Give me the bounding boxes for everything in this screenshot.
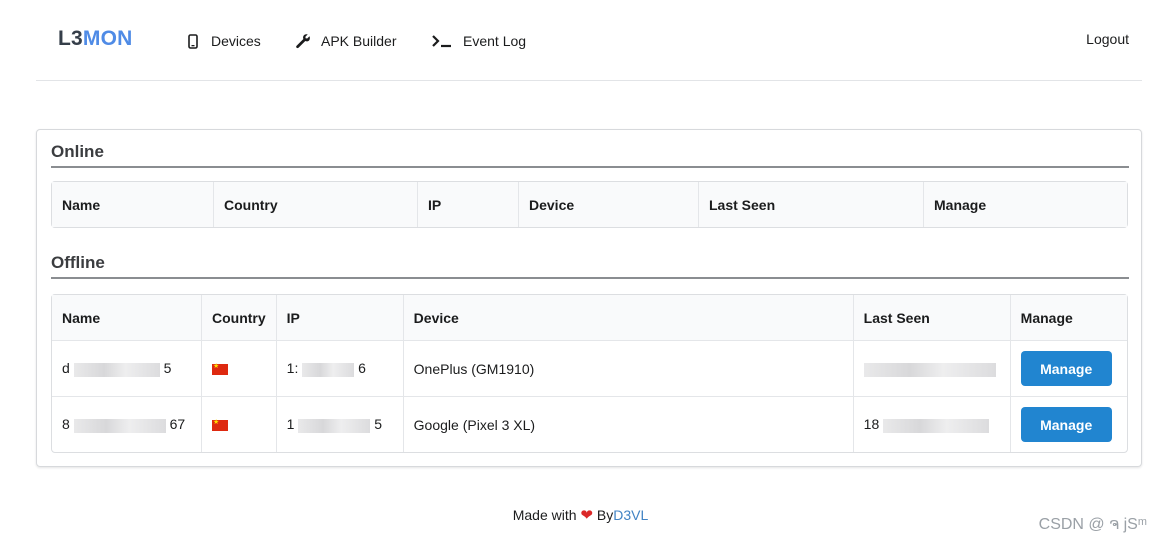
col-country: Country xyxy=(213,182,417,227)
col-device: Device xyxy=(402,295,853,340)
col-name: Name xyxy=(52,182,213,227)
footer-made-with: Made with xyxy=(512,507,577,523)
ip-start: 1: xyxy=(286,360,299,377)
col-last-seen: Last Seen xyxy=(698,182,923,227)
nav-apk-builder-label: APK Builder xyxy=(321,33,397,49)
manage-button[interactable]: Manage xyxy=(1020,407,1112,442)
footer-by: By xyxy=(596,507,614,523)
ip-end: 5 xyxy=(374,416,383,433)
last-seen-start: 18 xyxy=(863,416,880,433)
name-end: 67 xyxy=(169,416,186,433)
redaction-mask xyxy=(73,418,166,433)
app-logo[interactable]: L3MON xyxy=(58,27,133,51)
col-country: Country xyxy=(201,295,276,340)
col-ip: IP xyxy=(417,182,518,227)
heart-icon: ❤ xyxy=(580,507,593,524)
devices-panel: Online Name Country IP Device Last Seen … xyxy=(36,129,1142,467)
col-manage: Manage xyxy=(923,182,1127,227)
redaction-mask xyxy=(73,362,160,377)
col-manage: Manage xyxy=(1009,295,1127,340)
cell-name: 8 67 xyxy=(52,396,201,452)
nav-apk-builder[interactable]: APK Builder xyxy=(295,31,396,51)
terminal-icon xyxy=(431,32,453,50)
table-header-row: Name Country IP Device Last Seen Manage xyxy=(52,182,1127,227)
col-device: Device xyxy=(518,182,698,227)
nav-event-log[interactable]: Event Log xyxy=(431,31,526,51)
col-last-seen: Last Seen xyxy=(852,295,1010,340)
cell-ip: 1: 6 xyxy=(275,340,403,396)
nav-event-log-label: Event Log xyxy=(463,33,527,49)
wrench-icon xyxy=(295,32,311,50)
table-row: d 5 1: 6 OnePlus (GM1910) Manage xyxy=(52,340,1127,396)
redaction-mask xyxy=(298,418,371,433)
cell-device: Google (Pixel 3 XL) xyxy=(402,396,853,452)
redaction-mask xyxy=(883,418,990,433)
footer: Made with ❤ ByD3VL xyxy=(0,506,1161,524)
online-header: Online xyxy=(51,142,1129,168)
logo-prefix: L3 xyxy=(58,27,83,50)
manage-button[interactable]: Manage xyxy=(1020,351,1112,386)
china-flag-icon xyxy=(212,361,228,376)
logo-suffix: MON xyxy=(82,27,133,50)
col-name: Name xyxy=(52,295,201,340)
logout-link[interactable]: Logout xyxy=(1086,31,1129,47)
offline-header: Offline xyxy=(51,253,1129,279)
top-menu: L3MON Devices APK Builder Event Log Logo… xyxy=(36,0,1142,81)
cell-name: d 5 xyxy=(52,340,201,396)
cell-manage: Manage xyxy=(1009,396,1127,452)
cell-country xyxy=(201,396,276,452)
cell-last-seen: 18 xyxy=(852,396,1010,452)
col-ip: IP xyxy=(275,295,403,340)
redaction-mask xyxy=(863,362,996,377)
cell-manage: Manage xyxy=(1009,340,1127,396)
nav-devices-label: Devices xyxy=(211,33,261,49)
ip-start: 1 xyxy=(286,416,295,433)
table-header-row: Name Country IP Device Last Seen Manage xyxy=(52,295,1127,340)
name-end: 5 xyxy=(163,360,172,377)
author-link[interactable]: D3VL xyxy=(613,507,648,523)
china-flag-icon xyxy=(212,417,228,432)
cell-device: OnePlus (GM1910) xyxy=(402,340,853,396)
online-devices-table: Name Country IP Device Last Seen Manage xyxy=(51,181,1128,228)
watermark: CSDN @ ຈ jSᵐ xyxy=(1038,516,1147,533)
mobile-icon xyxy=(185,32,201,50)
ip-end: 6 xyxy=(358,360,366,377)
table-row: 8 67 1 5 Google (Pixel 3 XL) 18 Manage xyxy=(52,396,1127,452)
cell-country xyxy=(201,340,276,396)
offline-devices-table: Name Country IP Device Last Seen Manage … xyxy=(51,294,1128,453)
name-start: 8 xyxy=(62,416,70,433)
cell-ip: 1 5 xyxy=(275,396,403,452)
cell-last-seen xyxy=(852,340,1010,396)
name-start: d xyxy=(62,360,70,377)
redaction-mask xyxy=(302,362,355,377)
nav-devices[interactable]: Devices xyxy=(185,31,261,51)
